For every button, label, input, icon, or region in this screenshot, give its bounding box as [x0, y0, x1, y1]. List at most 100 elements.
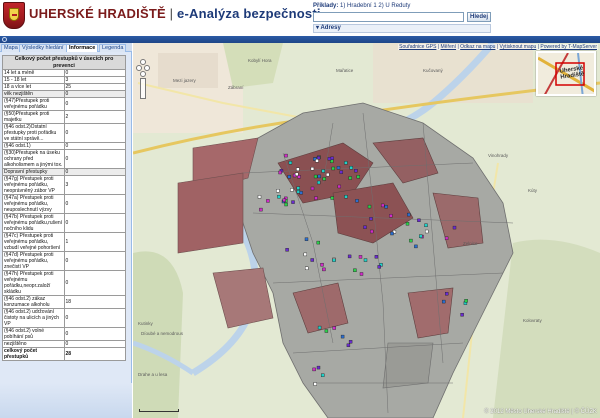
incident-marker[interactable]	[296, 167, 300, 172]
incident-marker[interactable]	[296, 186, 301, 190]
pan-right-button[interactable]	[144, 65, 150, 71]
incident-marker[interactable]	[389, 214, 393, 218]
incident-marker[interactable]	[316, 365, 321, 370]
tab-information[interactable]: Informace	[66, 44, 99, 52]
incident-marker[interactable]	[354, 168, 358, 173]
incident-marker[interactable]	[347, 254, 352, 259]
overview-map[interactable]: Uherské Hradiště	[536, 51, 596, 96]
incident-marker[interactable]	[419, 234, 423, 238]
incident-marker[interactable]	[304, 266, 309, 271]
search-button[interactable]: Hledej	[467, 12, 491, 22]
incident-marker[interactable]	[257, 195, 262, 199]
incident-marker[interactable]	[322, 177, 327, 181]
incident-marker[interactable]	[384, 205, 388, 209]
incident-marker[interactable]	[288, 160, 293, 165]
incident-marker[interactable]	[353, 268, 357, 273]
incident-marker[interactable]	[290, 188, 294, 192]
incident-marker[interactable]	[374, 255, 379, 259]
incident-marker[interactable]	[348, 340, 353, 344]
incident-marker[interactable]	[442, 299, 446, 304]
incident-marker[interactable]	[327, 157, 332, 161]
zoom-slider[interactable]	[140, 78, 146, 99]
incident-marker[interactable]	[348, 176, 352, 180]
incident-marker[interactable]	[276, 188, 280, 193]
incident-marker[interactable]	[330, 196, 335, 200]
incident-marker[interactable]	[405, 221, 410, 226]
incident-marker[interactable]	[390, 231, 394, 236]
incident-marker[interactable]	[317, 174, 321, 179]
map-link[interactable]: Odkaz na mapu	[460, 44, 495, 50]
incident-marker[interactable]	[310, 166, 315, 171]
map-canvas[interactable]	[133, 43, 600, 418]
incident-marker[interactable]	[316, 155, 321, 160]
tab-legend[interactable]: Legenda	[99, 44, 127, 52]
incident-marker[interactable]	[380, 203, 385, 208]
tab-map[interactable]: Mapa	[1, 44, 21, 52]
incident-marker[interactable]	[331, 166, 335, 171]
incident-marker[interactable]	[320, 373, 325, 377]
incident-marker[interactable]	[312, 367, 316, 372]
incident-marker[interactable]	[355, 199, 359, 203]
incident-marker[interactable]	[409, 238, 413, 243]
incident-marker[interactable]	[344, 194, 348, 199]
incident-marker[interactable]	[336, 166, 341, 170]
incident-marker[interactable]	[417, 218, 421, 223]
incident-marker[interactable]	[320, 262, 324, 267]
incident-marker[interactable]	[363, 225, 367, 229]
incident-marker[interactable]	[314, 196, 318, 200]
incident-marker[interactable]	[464, 299, 468, 303]
incident-marker[interactable]	[304, 237, 309, 241]
incident-marker[interactable]	[299, 191, 303, 195]
incident-marker[interactable]	[346, 343, 351, 347]
incident-marker[interactable]	[313, 382, 317, 386]
incident-marker[interactable]	[315, 159, 319, 163]
gps-coordinates-link[interactable]: Souřadnice GPS	[399, 44, 436, 50]
incident-marker[interactable]	[424, 223, 428, 228]
incident-marker[interactable]	[369, 217, 373, 221]
powered-by-link[interactable]: Powered by T-MapServer	[540, 44, 597, 50]
incident-marker[interactable]	[337, 184, 342, 189]
print-map-link[interactable]: Vytisknout mapu	[500, 44, 537, 50]
incident-marker[interactable]	[259, 207, 263, 212]
incident-marker[interactable]	[324, 329, 329, 333]
incident-marker[interactable]	[367, 204, 372, 209]
incident-marker[interactable]	[266, 199, 270, 203]
incident-marker[interactable]	[363, 258, 368, 262]
incident-marker[interactable]	[340, 334, 345, 339]
incident-marker[interactable]	[287, 174, 291, 179]
incident-marker[interactable]	[325, 172, 330, 177]
incident-marker[interactable]	[444, 236, 449, 240]
incident-marker[interactable]	[310, 258, 314, 262]
incident-marker[interactable]	[460, 313, 464, 317]
incident-marker[interactable]	[358, 255, 363, 259]
incident-marker[interactable]	[377, 265, 381, 269]
pan-up-button[interactable]	[140, 59, 146, 65]
incident-marker[interactable]	[291, 200, 295, 204]
incident-marker[interactable]	[285, 248, 289, 252]
incident-marker[interactable]	[294, 172, 299, 176]
incident-marker[interactable]	[310, 186, 315, 191]
incident-marker[interactable]	[317, 325, 322, 330]
incident-marker[interactable]	[278, 170, 282, 175]
incident-marker[interactable]	[359, 272, 364, 276]
incident-marker[interactable]	[284, 202, 288, 207]
incident-marker[interactable]	[277, 194, 281, 199]
incident-marker[interactable]	[313, 174, 318, 179]
incident-marker[interactable]	[303, 252, 308, 257]
incident-marker[interactable]	[322, 267, 326, 272]
incident-marker[interactable]	[344, 161, 348, 165]
incident-marker[interactable]	[339, 170, 344, 174]
incident-marker[interactable]	[425, 229, 429, 234]
pan-left-button[interactable]	[136, 65, 142, 71]
measure-link[interactable]: Měření	[441, 44, 457, 50]
incident-marker[interactable]	[284, 153, 288, 158]
incident-marker[interactable]	[407, 212, 411, 217]
search-input[interactable]	[313, 12, 464, 22]
tab-search-results[interactable]: Výsledky hledání	[19, 44, 67, 52]
incident-marker[interactable]	[349, 165, 353, 170]
map-view[interactable]: Mařatice Zábraní Kučovaný Mezi jazery Vi…	[133, 43, 600, 418]
incident-marker[interactable]	[356, 175, 361, 179]
pan-down-button[interactable]	[140, 71, 146, 77]
incident-marker[interactable]	[369, 229, 374, 234]
incident-marker[interactable]	[332, 258, 336, 262]
